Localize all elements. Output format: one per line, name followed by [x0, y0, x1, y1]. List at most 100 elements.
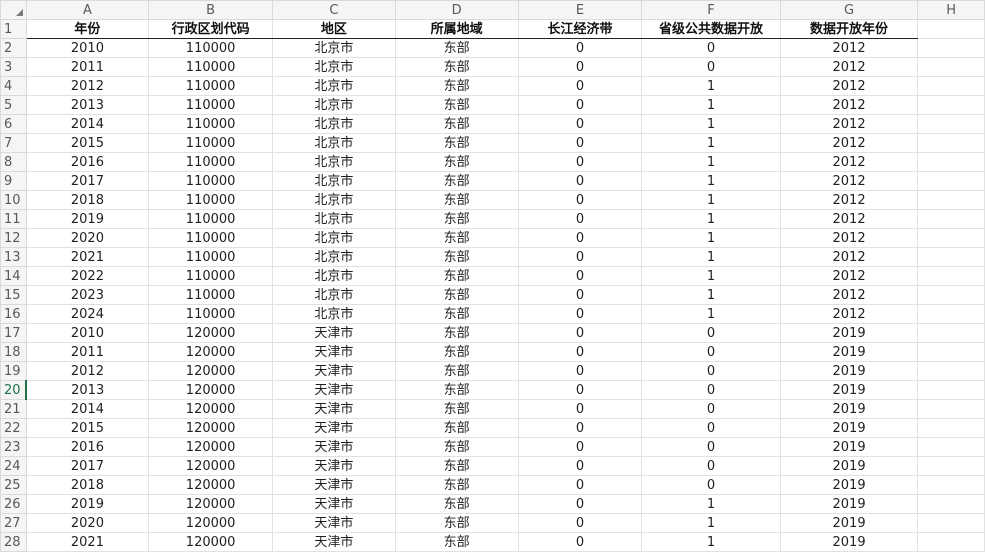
cell-c20[interactable]: 天津市 [272, 380, 396, 400]
cell-a24[interactable]: 2017 [25, 456, 150, 476]
row-header[interactable]: 12 [0, 228, 27, 248]
cell-d18[interactable]: 东部 [394, 342, 519, 362]
cell-h13[interactable] [917, 247, 985, 267]
cell-c14[interactable]: 北京市 [272, 266, 396, 286]
cell-g8[interactable]: 2012 [779, 152, 919, 172]
cell-h5[interactable] [917, 95, 985, 115]
cell-g22[interactable]: 2019 [779, 418, 919, 438]
cell-f1[interactable]: 省级公共数据开放 [641, 19, 781, 39]
cell-h20[interactable] [917, 380, 985, 400]
cell-c15[interactable]: 北京市 [272, 285, 396, 305]
cell-d7[interactable]: 东部 [394, 133, 519, 153]
cell-d12[interactable]: 东部 [394, 228, 519, 248]
cell-f7[interactable]: 1 [641, 133, 781, 153]
cell-c9[interactable]: 北京市 [272, 171, 396, 191]
cell-d23[interactable]: 东部 [394, 437, 519, 457]
cell-f2[interactable]: 0 [641, 38, 781, 58]
cell-h18[interactable] [917, 342, 985, 362]
row-header[interactable]: 22 [0, 418, 27, 438]
cell-g13[interactable]: 2012 [779, 247, 919, 267]
cell-g12[interactable]: 2012 [779, 228, 919, 248]
cell-a16[interactable]: 2024 [25, 304, 150, 324]
cell-b1[interactable]: 行政区划代码 [148, 19, 274, 39]
cell-e28[interactable]: 0 [517, 532, 643, 552]
column-header-b[interactable]: B [148, 0, 274, 20]
cell-b7[interactable]: 110000 [148, 133, 274, 153]
cell-b28[interactable]: 120000 [148, 532, 274, 552]
cell-g17[interactable]: 2019 [779, 323, 919, 343]
cell-d25[interactable]: 东部 [394, 475, 519, 495]
cell-h2[interactable] [917, 38, 985, 58]
cell-g14[interactable]: 2012 [779, 266, 919, 286]
cell-f15[interactable]: 1 [641, 285, 781, 305]
cell-a5[interactable]: 2013 [25, 95, 150, 115]
cell-h3[interactable] [917, 57, 985, 77]
cell-h4[interactable] [917, 76, 985, 96]
row-header[interactable]: 28 [0, 532, 27, 552]
column-header-d[interactable]: D [394, 0, 519, 20]
cell-b19[interactable]: 120000 [148, 361, 274, 381]
cell-g25[interactable]: 2019 [779, 475, 919, 495]
cell-b15[interactable]: 110000 [148, 285, 274, 305]
cell-d17[interactable]: 东部 [394, 323, 519, 343]
cell-b16[interactable]: 110000 [148, 304, 274, 324]
cell-e1[interactable]: 长江经济带 [517, 19, 643, 39]
cell-h14[interactable] [917, 266, 985, 286]
cell-c11[interactable]: 北京市 [272, 209, 396, 229]
cell-d4[interactable]: 东部 [394, 76, 519, 96]
cell-d6[interactable]: 东部 [394, 114, 519, 134]
cell-e4[interactable]: 0 [517, 76, 643, 96]
cell-f11[interactable]: 1 [641, 209, 781, 229]
row-header[interactable]: 8 [0, 152, 27, 172]
cell-a19[interactable]: 2012 [25, 361, 150, 381]
cell-e7[interactable]: 0 [517, 133, 643, 153]
row-header[interactable]: 10 [0, 190, 27, 210]
cell-b22[interactable]: 120000 [148, 418, 274, 438]
cell-d5[interactable]: 东部 [394, 95, 519, 115]
cell-h19[interactable] [917, 361, 985, 381]
row-header[interactable]: 2 [0, 38, 27, 58]
row-header[interactable]: 13 [0, 247, 27, 267]
cell-f8[interactable]: 1 [641, 152, 781, 172]
cell-c5[interactable]: 北京市 [272, 95, 396, 115]
column-header-g[interactable]: G [779, 0, 919, 20]
cell-e12[interactable]: 0 [517, 228, 643, 248]
cell-h12[interactable] [917, 228, 985, 248]
cell-e8[interactable]: 0 [517, 152, 643, 172]
select-all-corner[interactable] [0, 0, 27, 20]
row-header[interactable]: 21 [0, 399, 27, 419]
cell-f26[interactable]: 1 [641, 494, 781, 514]
cell-g27[interactable]: 2019 [779, 513, 919, 533]
cell-b3[interactable]: 110000 [148, 57, 274, 77]
cell-g21[interactable]: 2019 [779, 399, 919, 419]
cell-d20[interactable]: 东部 [394, 380, 519, 400]
row-header[interactable]: 27 [0, 513, 27, 533]
cell-d21[interactable]: 东部 [394, 399, 519, 419]
cell-c18[interactable]: 天津市 [272, 342, 396, 362]
cell-d13[interactable]: 东部 [394, 247, 519, 267]
cell-d16[interactable]: 东部 [394, 304, 519, 324]
cell-c16[interactable]: 北京市 [272, 304, 396, 324]
cell-d26[interactable]: 东部 [394, 494, 519, 514]
row-header[interactable]: 16 [0, 304, 27, 324]
cell-h8[interactable] [917, 152, 985, 172]
row-header[interactable]: 19 [0, 361, 27, 381]
cell-c3[interactable]: 北京市 [272, 57, 396, 77]
cell-h16[interactable] [917, 304, 985, 324]
cell-a18[interactable]: 2011 [25, 342, 150, 362]
cell-g19[interactable]: 2019 [779, 361, 919, 381]
cell-f27[interactable]: 1 [641, 513, 781, 533]
cell-c7[interactable]: 北京市 [272, 133, 396, 153]
row-header[interactable]: 23 [0, 437, 27, 457]
cell-b4[interactable]: 110000 [148, 76, 274, 96]
row-header[interactable]: 14 [0, 266, 27, 286]
cell-h26[interactable] [917, 494, 985, 514]
column-header-c[interactable]: C [272, 0, 396, 20]
cell-g16[interactable]: 2012 [779, 304, 919, 324]
cell-f18[interactable]: 0 [641, 342, 781, 362]
cell-d2[interactable]: 东部 [394, 38, 519, 58]
cell-e13[interactable]: 0 [517, 247, 643, 267]
cell-b21[interactable]: 120000 [148, 399, 274, 419]
cell-f9[interactable]: 1 [641, 171, 781, 191]
cell-c22[interactable]: 天津市 [272, 418, 396, 438]
